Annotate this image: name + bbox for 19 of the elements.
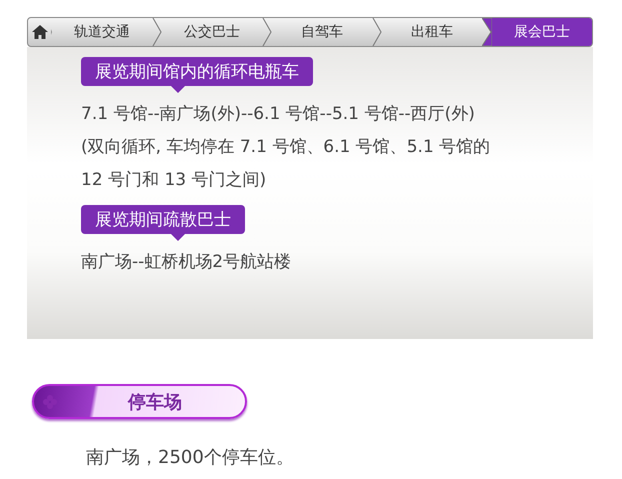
pointer-icon	[171, 234, 185, 241]
parking-text: 南广场，2500个停车位。	[86, 446, 295, 469]
section-text: 12 号门和 13 号门之间)	[81, 169, 268, 192]
section-text: 南广场--虹桥机场2号航站楼	[81, 251, 292, 274]
home-icon	[32, 25, 48, 39]
nav-tab[interactable]: 出租车	[382, 18, 482, 46]
section-text: 7.1 号馆--南广场(外)--6.1 号馆--5.1 号馆--西厅(外)	[81, 103, 476, 126]
chevron-icon	[482, 18, 492, 46]
chevron-icon	[262, 18, 272, 46]
nav-tab[interactable]: 轨道交通	[52, 18, 152, 46]
section-heading: 展览期间疏散巴士	[81, 205, 245, 234]
chevron-icon	[372, 18, 382, 46]
pointer-icon	[171, 86, 185, 93]
parking-heading-text: 停车场	[128, 390, 182, 414]
section-text: (双向循环, 车均停在 7.1 号馆、6.1 号馆、5.1 号馆的	[81, 136, 492, 159]
section-heading: 展览期间馆内的循环电瓶车	[81, 57, 313, 86]
nav-tab[interactable]: 公交巴士	[162, 18, 262, 46]
nav-tab[interactable]: 自驾车	[272, 18, 372, 46]
chevron-icon	[152, 18, 162, 46]
